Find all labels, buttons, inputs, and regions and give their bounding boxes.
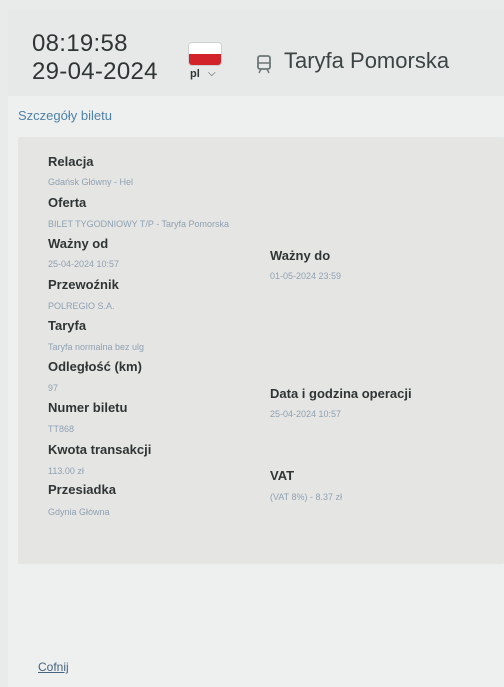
ticket-details-screen: 08:19:58 29-04-2024 pl ⌵ Taryfa Pomorska…	[8, 10, 504, 687]
data-operacji-label: Data i godzina operacji	[270, 386, 412, 401]
clock-time: 08:19:58	[32, 30, 128, 57]
wazny-od-label: Ważny od	[48, 236, 109, 251]
przewoznik-value: POLREGIO S.A.	[48, 301, 115, 311]
tariff-title: Taryfa Pomorska	[284, 48, 450, 73]
data-operacji-value: 25-04-2024 10:57	[270, 409, 342, 419]
language-selector[interactable]: pl ⌵	[184, 30, 222, 82]
header-bar: 08:19:58 29-04-2024 pl ⌵ Taryfa Pomorska	[8, 10, 504, 96]
wazny-do-label: Ważny do	[270, 248, 331, 263]
odleglosc-label: Odległość (km)	[48, 359, 142, 374]
train-icon	[257, 55, 271, 74]
ticket-details-card: Relacja Gdańsk Główny - Hel Oferta BILET…	[18, 137, 504, 564]
wazny-od-value: 25-04-2024 10:57	[48, 259, 120, 269]
numer-biletu-label: Numer biletu	[48, 400, 128, 415]
back-link[interactable]: Cofnij	[38, 660, 69, 674]
vat-value: (VAT 8%) - 8.37 zł	[270, 492, 343, 502]
przesiadka-value: Gdynia Główna	[48, 507, 110, 517]
relacja-value: Gdańsk Główny - Hel	[48, 177, 134, 187]
taryfa-label: Taryfa	[48, 318, 87, 333]
kwota-value: 113.00 zł	[48, 466, 84, 476]
oferta-value: BILET TYGODNIOWY T/P - Taryfa Pomorska	[48, 219, 230, 229]
wazny-do-value: 01-05-2024 23:59	[270, 271, 342, 281]
oferta-label: Oferta	[48, 195, 87, 210]
odleglosc-value: 97	[48, 383, 59, 393]
clock-date: 29-04-2024	[32, 58, 158, 85]
przewoznik-label: Przewoźnik	[48, 277, 119, 292]
kwota-label: Kwota transakcji	[48, 442, 152, 457]
poland-flag-icon	[188, 42, 222, 66]
language-code: pl	[190, 68, 200, 80]
przesiadka-label: Przesiadka	[48, 482, 116, 497]
section-title: Szczegóły biletu	[18, 108, 112, 123]
relacja-label: Relacja	[48, 154, 94, 169]
numer-biletu-value: TT868	[48, 424, 75, 434]
vat-label: VAT	[270, 468, 295, 483]
chevron-down-icon: ⌵	[208, 68, 216, 79]
taryfa-value: Taryfa normalna bez ulg	[48, 342, 145, 352]
